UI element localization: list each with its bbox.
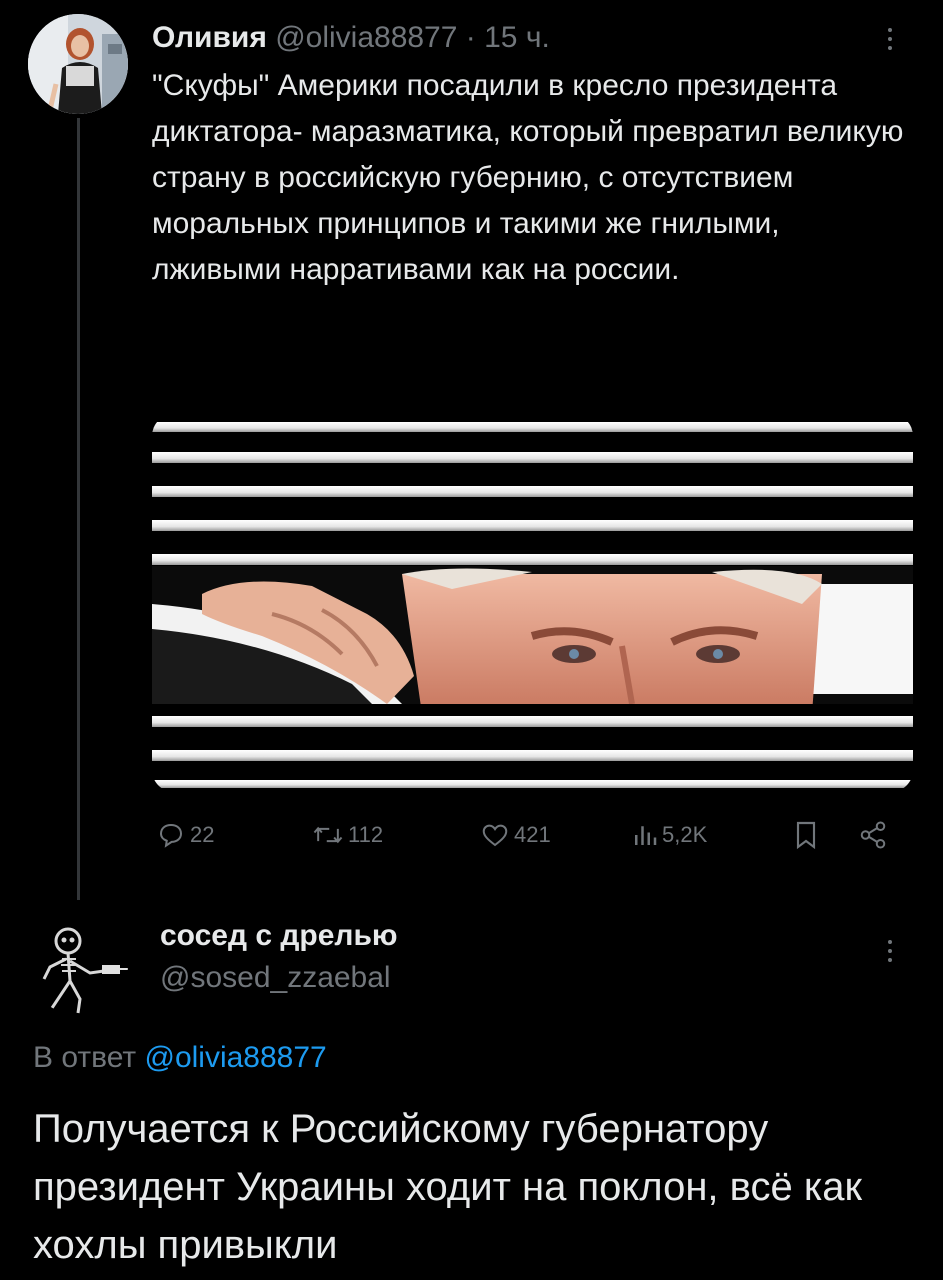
reply-text: Получается к Российскому губернатору пре… [33,1107,862,1267]
author-name[interactable]: Оливия [152,21,267,54]
author-avatar[interactable] [28,14,128,114]
views-button[interactable]: 5,2K [632,812,707,858]
views-count: 5,2K [662,822,708,847]
replying-prefix: В ответ [33,1041,137,1074]
bookmark-icon [796,821,816,850]
post-header: Оливия @olivia88877 · 15 ч. [152,18,550,58]
repost-button[interactable]: 112 [312,812,383,858]
like-button[interactable]: 421 [480,812,551,858]
reply-icon [159,823,183,848]
reply-count: 22 [190,822,215,847]
reply-button[interactable]: 22 [156,812,214,858]
reply-author-avatar[interactable] [28,915,128,1015]
repost-count: 112 [348,822,384,847]
reply-author-handle[interactable]: @sosed_zzaebal [160,958,391,998]
author-handle[interactable]: @olivia88877 [275,21,457,54]
replying-mention-link[interactable]: @olivia88877 [144,1041,326,1074]
bookmark-button[interactable] [792,812,820,858]
share-icon [860,821,886,849]
skeleton-drill-avatar-icon [28,915,128,1015]
reply-author-name[interactable]: сосед с дрелью [160,916,398,956]
like-icon [482,824,508,847]
post-more-icon[interactable] [884,28,896,50]
blinds-face-image-icon [152,414,913,792]
thread-connector-line [77,118,80,900]
post-time[interactable]: 15 ч. [484,21,550,54]
post-action-bar: 22 112 421 5,2K [152,812,912,858]
share-button[interactable] [858,812,888,858]
header-separator: · [465,21,476,54]
post-image[interactable] [152,414,913,792]
post-text: "Скуфы" Америки посадили в кресло презид… [152,69,912,286]
avatar-photo-icon [28,14,128,114]
repost-icon [313,826,343,844]
replying-to-line: В ответ @olivia88877 [33,1038,327,1078]
reply-more-icon[interactable] [884,940,896,962]
views-icon [635,826,657,845]
like-count: 421 [514,822,551,847]
